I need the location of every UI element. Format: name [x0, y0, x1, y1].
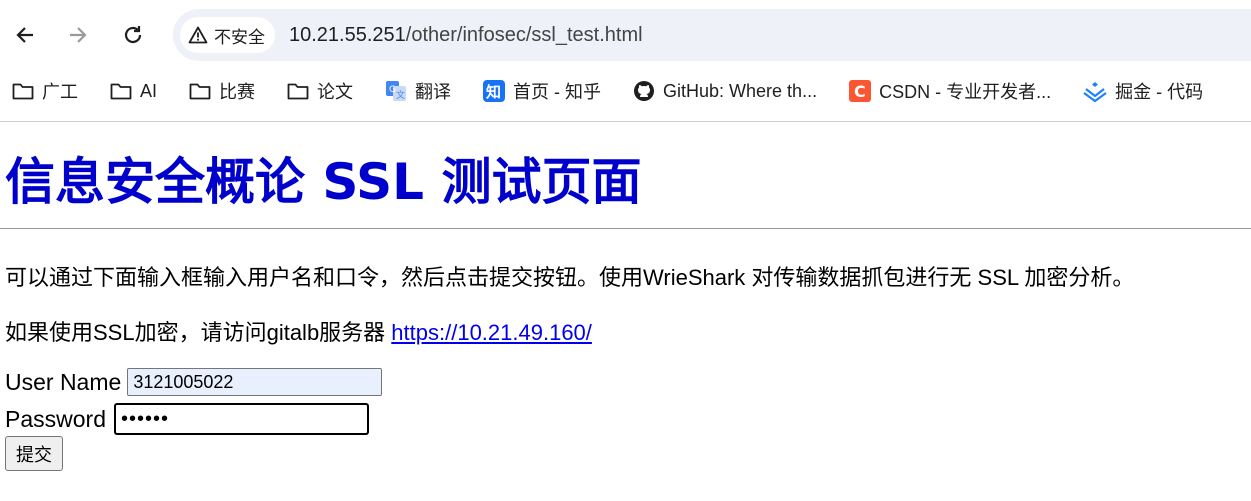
svg-text:G: G: [389, 85, 396, 95]
url-text[interactable]: 10.21.55.251/other/infosec/ssl_test.html: [289, 24, 643, 47]
bookmark-label: 广工: [42, 82, 78, 102]
reload-button[interactable]: [118, 20, 148, 50]
arrow-left-icon: [16, 27, 33, 43]
folder-icon: [12, 83, 34, 100]
username-row: User Name 3121005022: [5, 368, 383, 396]
svg-text:C: C: [854, 82, 866, 101]
username-label: User Name: [5, 368, 122, 395]
bookmarks-bar: 广工 AI 比赛 论文 G文 翻译 知 首页 - 知乎 GitHub: Wher…: [0, 70, 1251, 112]
bookmark-label: 论文: [317, 82, 354, 102]
ssl-text: 如果使用SSL加密，请访问gitalb服务器: [5, 320, 392, 345]
url-path: /other/infosec/ssl_test.html: [405, 23, 643, 46]
bookmark-folder-bisai[interactable]: 比赛: [189, 78, 255, 104]
bookmark-label: GitHub: Where th...: [663, 80, 818, 101]
url-host: 10.21.55.251: [289, 23, 406, 46]
svg-text:文: 文: [396, 89, 405, 101]
bookmark-juejin[interactable]: 掘金 - 代码: [1083, 78, 1203, 104]
csdn-icon: C: [849, 80, 872, 102]
folder-icon: [110, 83, 132, 100]
password-row: Password ••••••: [5, 403, 369, 435]
bookmark-label: AI: [140, 80, 158, 101]
browser-toolbar: 不安全 10.21.55.251/other/infosec/ssl_test.…: [0, 0, 1251, 70]
back-button[interactable]: [10, 20, 40, 50]
intro-paragraph: 可以通过下面输入框输入用户名和口令，然后点击提交按钮。使用WrieShark 对…: [5, 265, 1135, 290]
bookmark-label: 掘金 - 代码: [1115, 82, 1204, 102]
bookmark-folder-lunwen[interactable]: 论文: [287, 78, 353, 104]
bookmark-label: 比赛: [219, 82, 256, 102]
bookmark-label: CSDN - 专业开发者...: [879, 82, 1052, 102]
bookmark-label: 翻译: [415, 82, 452, 102]
horizontal-rule: [0, 228, 1251, 229]
security-indicator[interactable]: 不安全: [180, 17, 275, 53]
ssl-paragraph: 如果使用SSL加密，请访问gitalb服务器 https://10.21.49.…: [5, 315, 592, 347]
gitlab-link[interactable]: https://10.21.49.160/: [391, 320, 592, 345]
folder-icon: [189, 83, 211, 100]
address-bar[interactable]: 不安全 10.21.55.251/other/infosec/ssl_test.…: [173, 9, 1251, 61]
translate-icon: G文: [386, 81, 407, 101]
bookmark-translate[interactable]: G文 翻译: [385, 78, 451, 104]
arrow-right-icon: [70, 27, 87, 43]
page-title: 信息安全概论 SSL 测试页面: [5, 153, 642, 211]
bookmark-zhihu[interactable]: 知 首页 - 知乎: [483, 78, 601, 104]
juejin-icon: [1083, 82, 1107, 102]
bookmark-csdn[interactable]: C CSDN - 专业开发者...: [849, 78, 1051, 104]
zhihu-icon: 知: [483, 80, 506, 102]
username-input[interactable]: 3121005022: [127, 368, 383, 396]
bookmark-folder-ai[interactable]: AI: [110, 81, 157, 102]
password-input[interactable]: ••••••: [113, 403, 369, 435]
submit-button[interactable]: 提交: [5, 436, 63, 471]
forward-button[interactable]: [63, 20, 93, 50]
reload-icon: [124, 26, 142, 44]
github-icon: [634, 81, 655, 101]
bookmark-folder-guanggong[interactable]: 广工: [12, 78, 78, 104]
folder-icon: [287, 83, 309, 100]
warning-icon: [188, 26, 208, 44]
svg-text:知: 知: [486, 83, 501, 101]
password-label: Password: [5, 405, 106, 432]
page-content: 信息安全概论 SSL 测试页面 可以通过下面输入框输入用户名和口令，然后点击提交…: [0, 122, 1251, 501]
security-label: 不安全: [214, 27, 265, 47]
bookmark-label: 首页 - 知乎: [513, 82, 602, 102]
bookmark-github[interactable]: GitHub: Where th...: [633, 80, 817, 102]
